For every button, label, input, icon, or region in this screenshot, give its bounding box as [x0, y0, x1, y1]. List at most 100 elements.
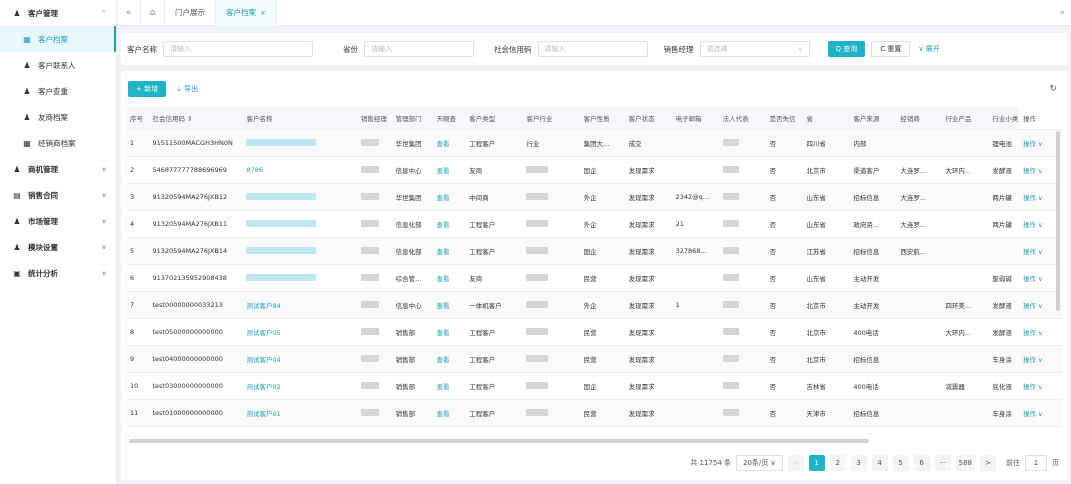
cell-code: test04000000000000 [148, 345, 243, 373]
sidebar-item[interactable]: ♟ 市场管理 v [0, 208, 116, 234]
table-row[interactable]: 4 91320594MA276JXB11 信息化部 查看 工程客户 外企 发现需求 21 否山东… [126, 210, 1062, 238]
cell-tyc[interactable]: 查看 [432, 345, 466, 373]
redacted-value [722, 355, 739, 362]
more-tabs-icon[interactable]: » [1059, 0, 1065, 26]
column-header: 操作 [1018, 107, 1062, 130]
add-customer-button[interactable]: + 新增 [128, 81, 167, 97]
table-row[interactable]: 2 546877777788696969 8786 信息中心 查看 友商 国企 发现需求 否北京… [126, 156, 1062, 184]
search-input[interactable]: 请选择 ∨ [699, 41, 810, 57]
close-icon[interactable]: × [260, 9, 266, 17]
cell-tyc[interactable]: 查看 [432, 129, 466, 157]
sidebar-item[interactable]: ▣ 统计分析 v [0, 260, 116, 286]
home-icon[interactable]: ⌂ [141, 0, 165, 26]
prev-page-button[interactable]: < [787, 455, 804, 471]
cell-name[interactable]: 测试客户05 [242, 318, 357, 346]
table-row[interactable]: 3 91320594MA276JXB12 华世集团 查看 中间商 外企 发现需求 2342@q… [126, 183, 1062, 211]
cell-dept: 信息中心 [391, 291, 433, 319]
grid-icon: ▦ [23, 34, 31, 44]
page-number-button[interactable]: 2 [829, 455, 846, 471]
cell-tyc[interactable]: 查看 [432, 183, 466, 211]
collapse-sidebar-icon[interactable]: « [117, 0, 141, 26]
table-row[interactable]: 7 test00000000033213 测试客户84 信息中心 查看 一体机客户 外企 发现… [126, 291, 1062, 319]
cell-name[interactable]: 8786 [242, 156, 357, 184]
tab-customer-archive[interactable]: 客户档案 × [216, 0, 277, 26]
table-row[interactable]: 9 test04000000000000 测试客户04 销售部 查看 工程客户 民营 发现需求… [126, 345, 1062, 373]
redacted-value [526, 328, 549, 335]
sidebar-item[interactable]: ♟ 商机管理 v [0, 156, 116, 182]
cell-dealer [896, 399, 942, 427]
search-input[interactable]: 请输入 [163, 41, 313, 57]
redacted-value [360, 220, 379, 227]
horizontal-scrollbar[interactable] [129, 439, 869, 443]
cell-prod: 大环内... [941, 318, 989, 346]
cell-tyc[interactable]: 查看 [432, 399, 466, 427]
sidebar-item[interactable]: ♟ 客户联系人 [0, 52, 116, 78]
cell-name [242, 129, 357, 157]
table-toolbar: + 新增 ⇣ 导出 ↻ [121, 71, 1067, 107]
cell-tyc[interactable]: 查看 [432, 156, 466, 184]
vertical-scrollbar[interactable] [1056, 131, 1060, 311]
cell-op[interactable]: 操作 ∨ [1018, 318, 1062, 346]
sidebar-item[interactable]: ♟ 客户管理 ^ [0, 0, 116, 26]
cell-name[interactable]: 测试客户84 [242, 291, 357, 319]
redacted-value [722, 328, 739, 335]
page-number-button[interactable]: 3 [850, 455, 867, 471]
redacted-value [246, 274, 317, 281]
cell-tyc[interactable]: 查看 [432, 210, 466, 238]
page-number-button[interactable]: 5 [892, 455, 909, 471]
sidebar-item[interactable]: ▦ 客户档案 [0, 26, 116, 52]
cell-ind [522, 318, 580, 346]
sidebar-item[interactable]: ♟ 模块设置 v [0, 234, 116, 260]
cell-sub: 两片罐 [988, 183, 1019, 211]
table-row[interactable]: 10 test03000000000000 测试客户02 销售部 查看 工程客户 国企 发现需… [126, 372, 1062, 400]
cell-ind [522, 210, 580, 238]
sidebar-item[interactable]: ▦ 经销商档案 [0, 130, 116, 156]
export-button[interactable]: ⇣ 导出 [176, 84, 198, 94]
cell-tyc[interactable]: 查看 [432, 237, 466, 265]
cell-email: 21 [671, 210, 719, 238]
table-row[interactable]: 11 test01000000000000 测试客户01 销售部 查看 工程客户 民营 发现需… [126, 399, 1062, 427]
page-size-select[interactable]: 20条/页 ∨ [736, 455, 783, 471]
cell-name [242, 183, 357, 211]
expand-filters-link[interactable]: ∨ 展开 [918, 44, 939, 54]
sidebar-item[interactable]: ♟ 友商档案 [0, 104, 116, 130]
cell-name[interactable]: 测试客户04 [242, 345, 357, 373]
cell-op[interactable]: 操作 ∨ [1018, 399, 1062, 427]
cell-tyc[interactable]: 查看 [432, 372, 466, 400]
cell-tyc[interactable]: 查看 [432, 318, 466, 346]
next-page-button[interactable]: > [980, 455, 996, 471]
cell-op[interactable]: 操作 ∨ [1018, 372, 1062, 400]
cell-type: 工程客户 [465, 318, 523, 346]
search-input[interactable]: 请输入 [537, 41, 648, 57]
sidebar-item[interactable]: ▤ 销售合同 v [0, 182, 116, 208]
table-row[interactable]: 6 913702135952908438 综合管... 查看 友商 民营 发现需求 否山东省主… [126, 264, 1062, 292]
cell-op[interactable]: 操作 ∨ [1018, 345, 1062, 373]
refresh-icon[interactable]: ↻ [1049, 84, 1057, 94]
cell-name[interactable]: 测试客户02 [242, 372, 357, 400]
table-row[interactable]: 1 91511500MACGH3HN0N 华世集团 查看 工程客户 行业 集团大... 成交 否… [126, 129, 1062, 157]
page-number-button[interactable]: 6 [913, 455, 930, 471]
page-number-button[interactable]: ··· [934, 455, 951, 471]
tab-portal[interactable]: 门户展示 [165, 0, 216, 26]
cell-code: test00000000033213 [148, 291, 243, 319]
page-number-button[interactable]: 1 [808, 455, 825, 471]
column-header[interactable]: 社会信用码 ⇕ [148, 107, 243, 130]
cell-name[interactable]: 测试客户01 [242, 399, 357, 427]
cell-code: test03000000000000 [148, 372, 243, 400]
goto-page-input[interactable]: 1 [1025, 455, 1047, 471]
search-input[interactable]: 请输入 [364, 41, 474, 57]
user-icon: ♟ [13, 216, 21, 226]
cell-tyc[interactable]: 查看 [432, 264, 466, 292]
page-number-button[interactable]: 588 [955, 455, 975, 471]
redacted-value [526, 193, 549, 200]
redacted-value [246, 247, 317, 254]
page-number-button[interactable]: 4 [871, 455, 888, 471]
query-button[interactable]: Q 查询 [827, 41, 866, 57]
table-row[interactable]: 5 91320594MA276JXB14 信息化部 查看 工程客户 国企 发现需求 32786… [126, 237, 1062, 265]
table-row[interactable]: 8 test05000000000000 测试客户05 销售部 查看 工程客户 民营 发现需求… [126, 318, 1062, 346]
sidebar-item[interactable]: ♟ 客户查重 [0, 78, 116, 104]
reset-button[interactable]: C 重置 [871, 41, 911, 57]
cell-no: 10 [126, 372, 149, 400]
cell-src: 政府资... [849, 210, 897, 238]
cell-tyc[interactable]: 查看 [432, 291, 466, 319]
